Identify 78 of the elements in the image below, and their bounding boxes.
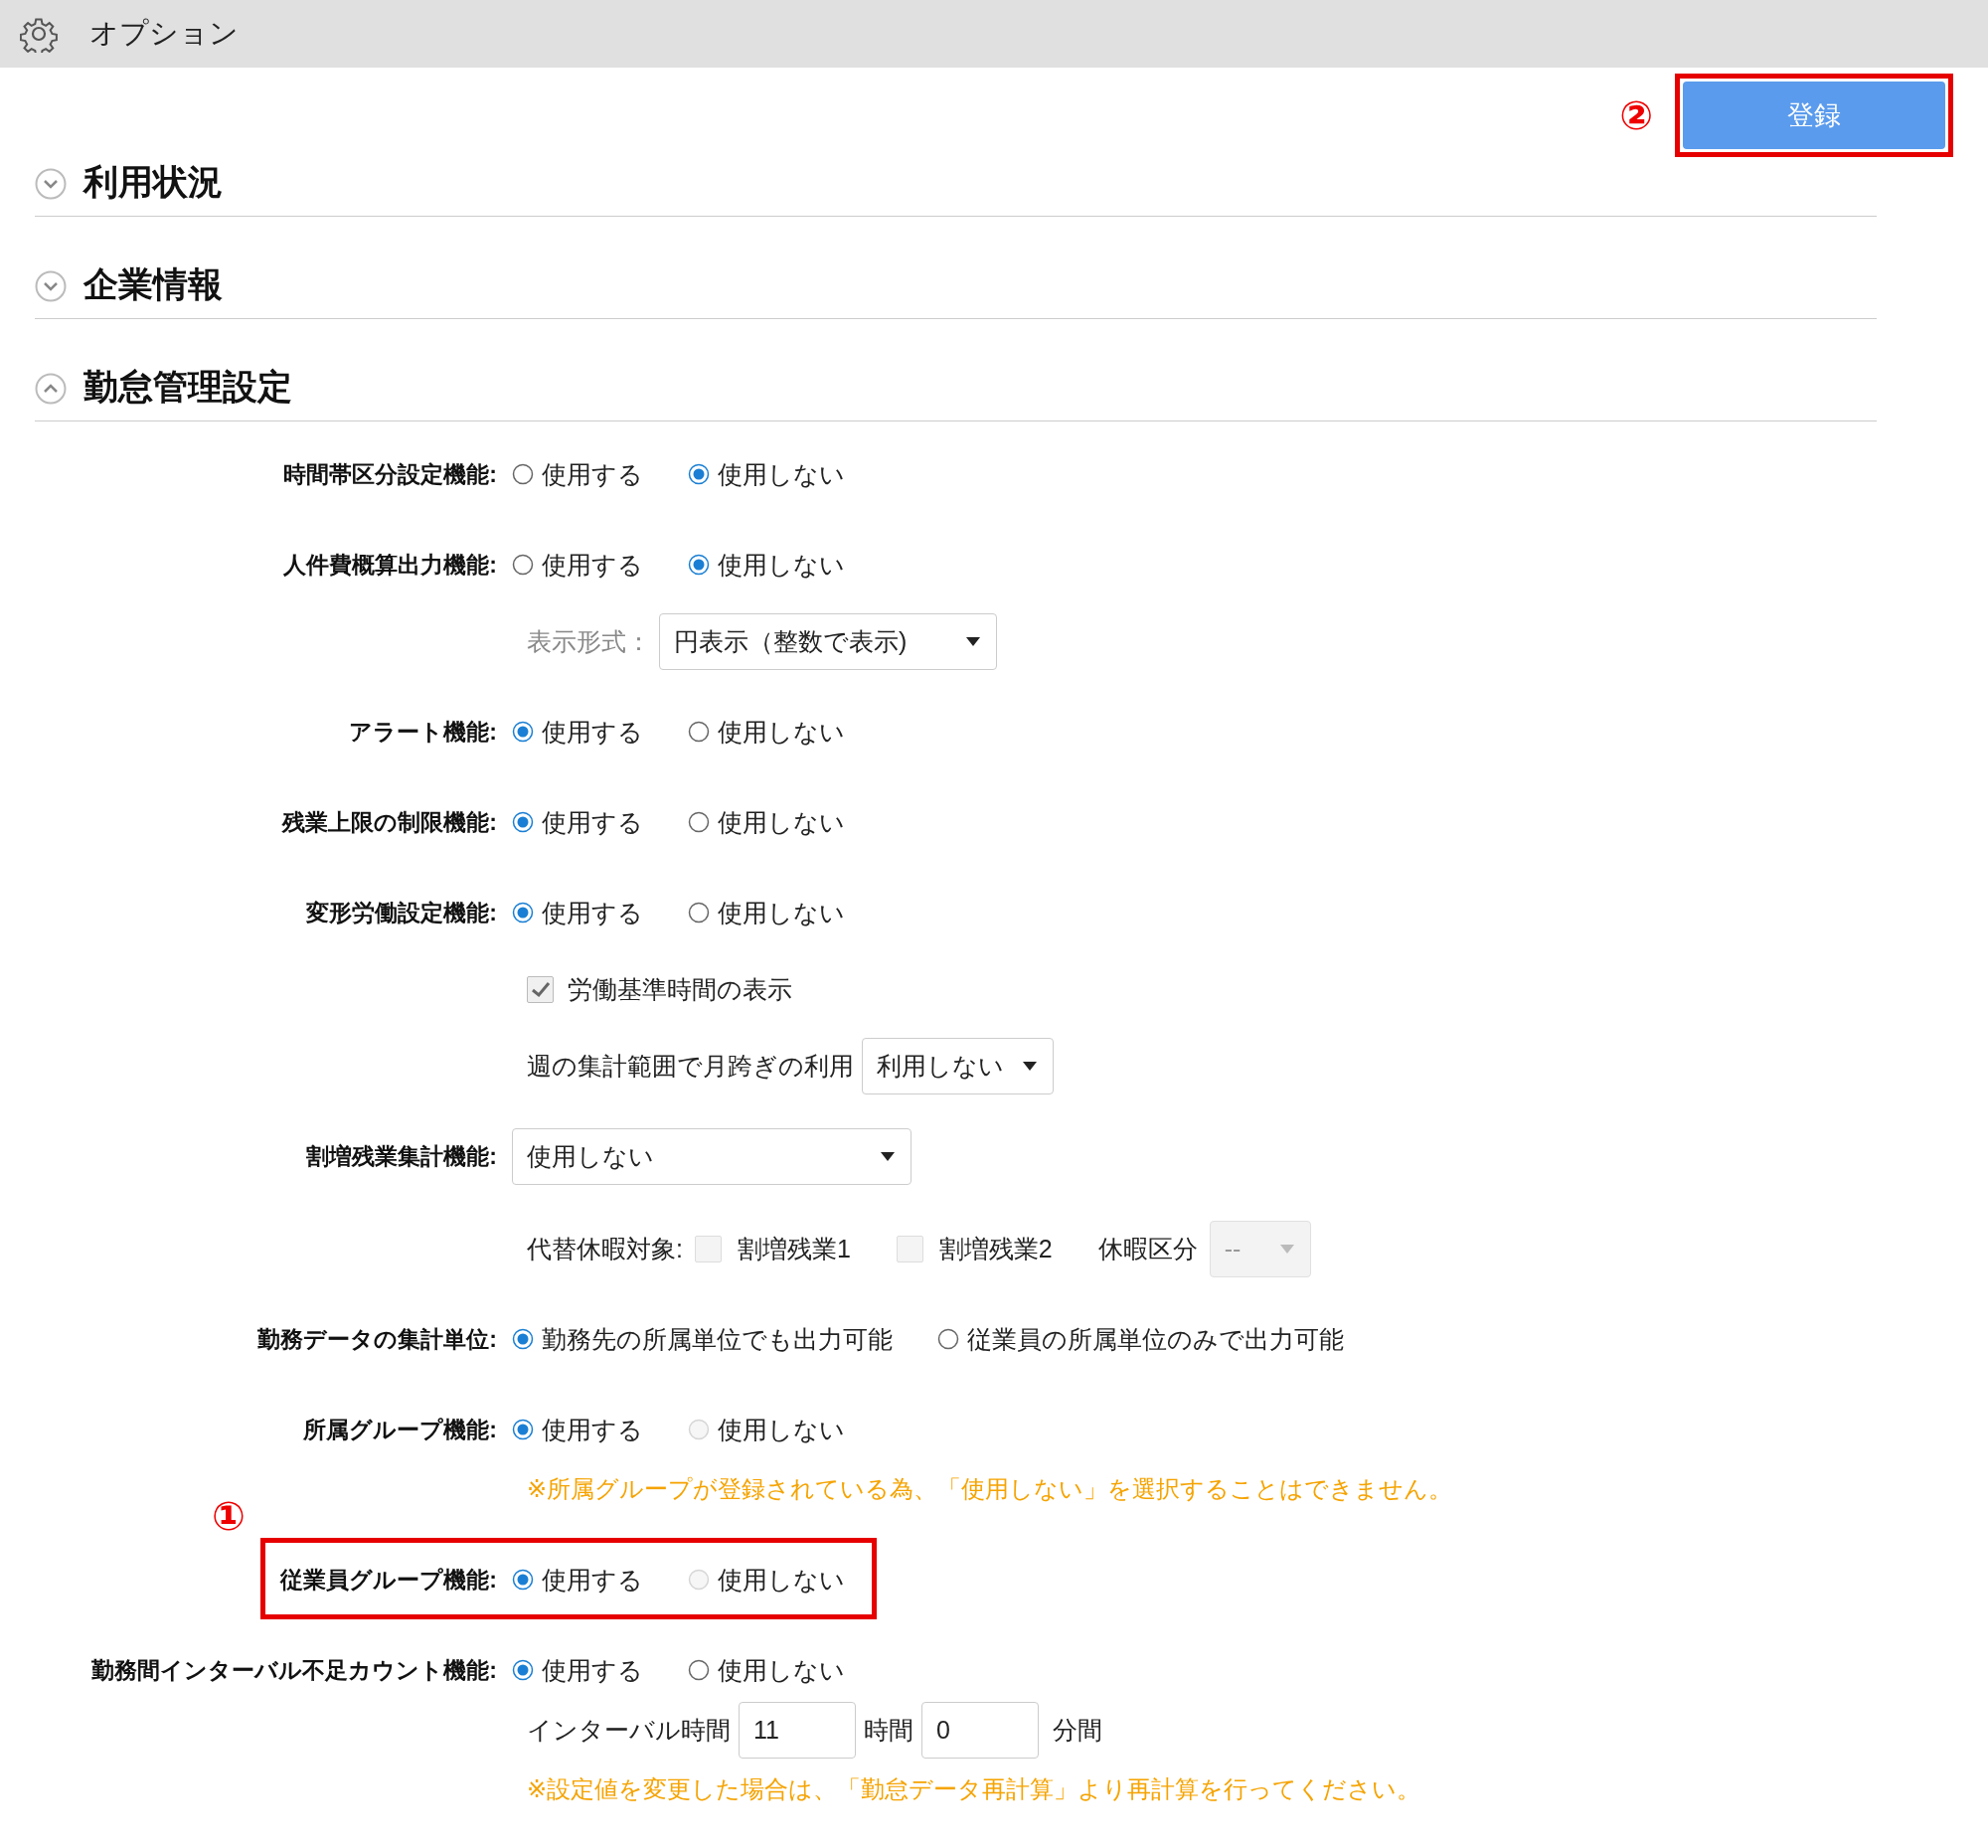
- radio-label: 使用する: [542, 1414, 643, 1445]
- radio-button[interactable]: [688, 721, 710, 743]
- radio-label: 勤務先の所属単位でも出力可能: [542, 1323, 893, 1355]
- checkbox-label: 割増残業2: [938, 1233, 1053, 1264]
- radio-label: 使用しない: [718, 1564, 845, 1596]
- checkbox-label: 割増残業1: [737, 1233, 851, 1264]
- callout-number: ②: [1619, 95, 1653, 135]
- radio-button[interactable]: [688, 554, 710, 576]
- dropdown-caret-icon: [1023, 1061, 1037, 1071]
- section-title[interactable]: 勤怠管理設定: [83, 364, 292, 411]
- checkbox[interactable]: [527, 975, 554, 1003]
- radio-label: 使用しない: [718, 458, 845, 490]
- window-title: オプション: [89, 16, 239, 51]
- check-mark-icon: [530, 980, 551, 998]
- dropdown-caret-icon: [881, 1151, 895, 1161]
- unit-label: 時間: [864, 1714, 913, 1746]
- checkbox-label: 労働基準時間の表示: [568, 973, 792, 1005]
- radio-button[interactable]: [512, 1328, 534, 1350]
- radio-button[interactable]: [512, 463, 534, 485]
- radio-label: 使用しない: [718, 1414, 845, 1445]
- dropdown[interactable]: 円表示（整数で表示): [659, 612, 997, 670]
- warning-note: ※設定値を変更した場合は、「勤怠データ再計算」より再計算を行ってください。: [527, 1774, 1421, 1804]
- radio-button[interactable]: [688, 811, 710, 833]
- setting-label: 時間帯区分設定機能:: [282, 459, 498, 489]
- radio-button[interactable]: [512, 721, 534, 743]
- radio-button[interactable]: [512, 902, 534, 924]
- radio-button[interactable]: [688, 1659, 710, 1681]
- radio-button[interactable]: [512, 1659, 534, 1681]
- hours-input[interactable]: 11: [739, 1701, 856, 1759]
- radio-button[interactable]: [688, 463, 710, 485]
- checkbox[interactable]: [896, 1235, 923, 1262]
- radio-button[interactable]: [512, 1569, 534, 1591]
- warning-note: ※所属グループが登録されている為、「使用しない」を選択することはできません。: [527, 1474, 1453, 1504]
- radio-label: 使用する: [542, 1654, 643, 1686]
- field-label: インターバル時間: [527, 1714, 731, 1746]
- radio-label: 使用する: [542, 897, 643, 928]
- radio-label: 使用する: [542, 1564, 643, 1596]
- checkbox[interactable]: [694, 1235, 722, 1262]
- setting-label: 人件費概算出力機能:: [282, 550, 498, 580]
- dropdown[interactable]: 使用しない: [512, 1127, 911, 1185]
- setting-label: 残業上限の制限機能:: [280, 807, 498, 837]
- radio-label: 使用しない: [718, 1654, 845, 1686]
- radio-button[interactable]: [512, 1419, 534, 1440]
- unit-label: 分間: [1053, 1714, 1102, 1746]
- setting-label: アラート機能:: [348, 717, 498, 747]
- dropdown-caret-icon: [1279, 1244, 1294, 1254]
- setting-label: 変形労働設定機能:: [305, 898, 498, 927]
- radio-button[interactable]: [512, 811, 534, 833]
- field-label: 休暇区分: [1097, 1233, 1198, 1264]
- radio-label: 使用しない: [718, 549, 845, 581]
- radio-label: 使用する: [542, 549, 643, 581]
- radio-label: 使用する: [542, 716, 643, 748]
- section-title[interactable]: 利用状況: [83, 159, 223, 206]
- collapse-chevron-icon[interactable]: [35, 373, 67, 405]
- radio-label: 使用しない: [718, 806, 845, 838]
- expand-chevron-icon[interactable]: [35, 168, 67, 200]
- setting-label: 所属グループ機能:: [302, 1415, 498, 1444]
- field-label: 週の集計範囲で月跨ぎの利用: [527, 1050, 854, 1082]
- dropdown[interactable]: 利用しない: [862, 1037, 1054, 1094]
- section-title[interactable]: 企業情報: [83, 261, 223, 308]
- setting-label: 勤務間インターバル不足カウント機能:: [90, 1655, 498, 1685]
- field-label: 表示形式：: [527, 625, 651, 657]
- callout-number: ①: [212, 1493, 246, 1539]
- radio-label: 従業員の所属単位のみで出力可能: [967, 1323, 1344, 1355]
- radio-button[interactable]: [937, 1328, 959, 1350]
- radio-label: 使用する: [542, 806, 643, 838]
- radio-button[interactable]: [512, 554, 534, 576]
- setting-label: 従業員グループ機能:: [278, 1565, 498, 1595]
- minutes-input[interactable]: 0: [921, 1701, 1039, 1759]
- field-label: 代替休暇対象:: [527, 1233, 683, 1264]
- expand-chevron-icon[interactable]: [35, 270, 67, 302]
- radio-label: 使用する: [542, 458, 643, 490]
- dropdown-caret-icon: [966, 636, 980, 646]
- setting-label: 勤務データの集計単位:: [256, 1324, 498, 1354]
- radio-label: 使用しない: [718, 897, 845, 928]
- setting-label: 割増残業集計機能:: [305, 1141, 498, 1171]
- radio-button[interactable]: [688, 902, 710, 924]
- radio-label: 使用しない: [718, 716, 845, 748]
